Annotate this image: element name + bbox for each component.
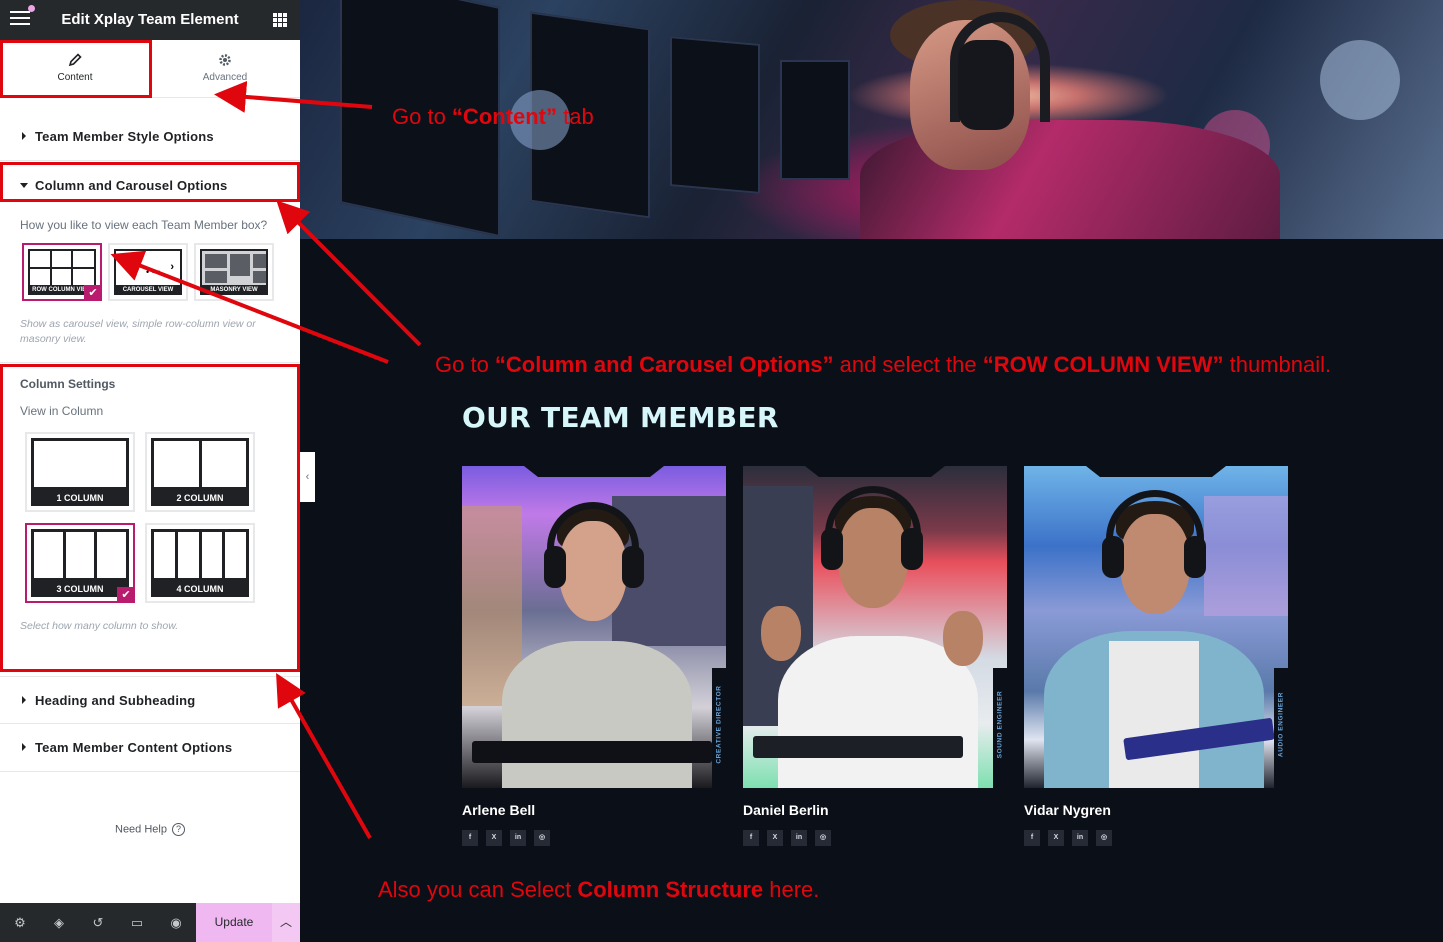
caret-right-icon	[22, 743, 26, 751]
team-card-2[interactable]: SOUND ENGINEER	[743, 466, 1007, 788]
facebook-icon[interactable]: f	[743, 830, 759, 846]
tab-advanced[interactable]: Advanced	[150, 40, 300, 98]
social-links: f X in ◎	[743, 830, 831, 846]
section-team-member-content[interactable]: Team Member Content Options	[0, 724, 300, 772]
row-column-preview	[28, 249, 96, 287]
tab-content-label: Content	[57, 72, 93, 83]
section-team-member-style[interactable]: Team Member Style Options	[0, 113, 300, 161]
one-column-preview	[31, 438, 129, 490]
annotation-row-column-view: Go to “Column and Carousel Options” and …	[435, 352, 1332, 377]
member-photo	[462, 466, 726, 788]
linkedin-icon[interactable]: in	[1072, 830, 1088, 846]
linkedin-icon[interactable]: in	[510, 830, 526, 846]
caret-right-icon	[22, 132, 26, 140]
divider	[0, 362, 300, 363]
panel-tabs: Content Advanced	[0, 40, 300, 98]
member-name: Arlene Bell	[462, 802, 536, 818]
question-icon: ?	[171, 823, 185, 836]
widgets-grid-icon[interactable]	[273, 13, 287, 27]
instagram-icon[interactable]: ◎	[1096, 830, 1112, 846]
facebook-icon[interactable]: f	[1024, 830, 1040, 846]
history-icon[interactable]: ↺	[90, 915, 106, 931]
collapse-panel-button[interactable]: ‹	[300, 452, 315, 502]
tab-advanced-label: Advanced	[202, 72, 248, 83]
facebook-icon[interactable]: f	[462, 830, 478, 846]
gear-icon[interactable]: ⚙	[12, 915, 28, 931]
caret-right-icon	[22, 696, 26, 704]
panel-header: Edit Xplay Team Element	[0, 0, 300, 40]
x-icon[interactable]: X	[1048, 830, 1064, 846]
member-role: AUDIO ENGINEER	[1277, 691, 1285, 758]
responsive-icon[interactable]: ▭	[129, 915, 145, 931]
member-photo	[1024, 466, 1288, 788]
member-name: Vidar Nygren	[1024, 802, 1111, 818]
member-role: CREATIVE DIRECTOR	[715, 685, 723, 764]
column-note: Select how many column to show.	[20, 620, 179, 632]
view-question: How you like to view each Team Member bo…	[20, 218, 268, 232]
checkmark-icon: ✔	[117, 587, 135, 603]
view-in-column-label: View in Column	[20, 404, 104, 418]
instagram-icon[interactable]: ◎	[534, 830, 550, 846]
panel-title: Edit Xplay Team Element	[61, 11, 239, 28]
three-column-preview	[31, 529, 129, 581]
column-settings-title: Column Settings	[20, 377, 116, 391]
section-label: Team Member Style Options	[35, 129, 214, 144]
thumb-caption: 2 COLUMN	[151, 490, 249, 506]
x-icon[interactable]: X	[767, 830, 783, 846]
column-option-3[interactable]: 3 COLUMN ✔	[25, 523, 135, 603]
caret-down-icon	[20, 183, 28, 188]
view-option-carousel[interactable]: › • • • CAROUSEL VIEW	[108, 243, 188, 301]
need-help-link[interactable]: Need Help?	[0, 823, 300, 836]
social-links: f X in ◎	[1024, 830, 1112, 846]
view-option-masonry[interactable]: MASONRY VIEW	[194, 243, 274, 301]
eye-icon[interactable]: ◉	[168, 915, 184, 931]
instagram-icon[interactable]: ◎	[815, 830, 831, 846]
four-column-preview	[151, 529, 249, 581]
carousel-preview: › • • •	[114, 249, 182, 287]
section-label: Column and Carousel Options	[35, 178, 228, 193]
section-column-carousel[interactable]: Column and Carousel Options	[0, 162, 300, 210]
team-card-1[interactable]: CREATIVE DIRECTOR	[462, 466, 726, 788]
panel-footer: ⚙ ◈ ↺ ▭ ◉ Update ︿	[0, 903, 300, 942]
section-label: Heading and Subheading	[35, 693, 196, 708]
editor-screen: Edit Xplay Team Element Content Advanced…	[0, 0, 1443, 942]
team-heading: OUR TEAM MEMBER	[462, 401, 779, 434]
update-button[interactable]: Update	[196, 903, 272, 942]
x-icon[interactable]: X	[486, 830, 502, 846]
linkedin-icon[interactable]: in	[791, 830, 807, 846]
thumb-caption: CAROUSEL VIEW	[114, 285, 182, 295]
view-option-row-column[interactable]: ROW COLUMN VIEW ✔	[22, 243, 102, 301]
layers-icon[interactable]: ◈	[51, 915, 67, 931]
gear-icon	[219, 54, 231, 66]
column-option-2[interactable]: 2 COLUMN	[145, 432, 255, 512]
chevron-up-icon[interactable]: ︿	[272, 903, 300, 942]
checkmark-icon: ✔	[84, 285, 102, 301]
masonry-preview	[200, 249, 268, 287]
annotation-column-structure: Also you can Select Column Structure her…	[378, 877, 820, 902]
annotation-content-tab: Go to “Content” tab	[392, 104, 594, 129]
team-card-3[interactable]: AUDIO ENGINEER	[1024, 466, 1288, 788]
two-column-preview	[151, 438, 249, 490]
need-help-label: Need Help	[115, 823, 167, 836]
column-option-4[interactable]: 4 COLUMN	[145, 523, 255, 603]
member-name: Daniel Berlin	[743, 802, 829, 818]
social-links: f X in ◎	[462, 830, 550, 846]
tab-content[interactable]: Content	[0, 40, 150, 98]
section-heading-subheading[interactable]: Heading and Subheading	[0, 676, 300, 724]
member-photo	[743, 466, 1007, 788]
pencil-icon	[68, 53, 82, 67]
thumb-caption: 4 COLUMN	[151, 581, 249, 597]
editor-panel: Edit Xplay Team Element Content Advanced…	[0, 0, 300, 942]
thumb-caption: MASONRY VIEW	[200, 285, 268, 295]
section-label: Team Member Content Options	[35, 740, 233, 755]
view-note: Show as carousel view, simple row-column…	[20, 318, 256, 345]
thumb-caption: 1 COLUMN	[31, 490, 129, 506]
thumb-caption: 3 COLUMN	[31, 581, 129, 597]
column-option-1[interactable]: 1 COLUMN	[25, 432, 135, 512]
member-role: SOUND ENGINEER	[996, 690, 1004, 759]
